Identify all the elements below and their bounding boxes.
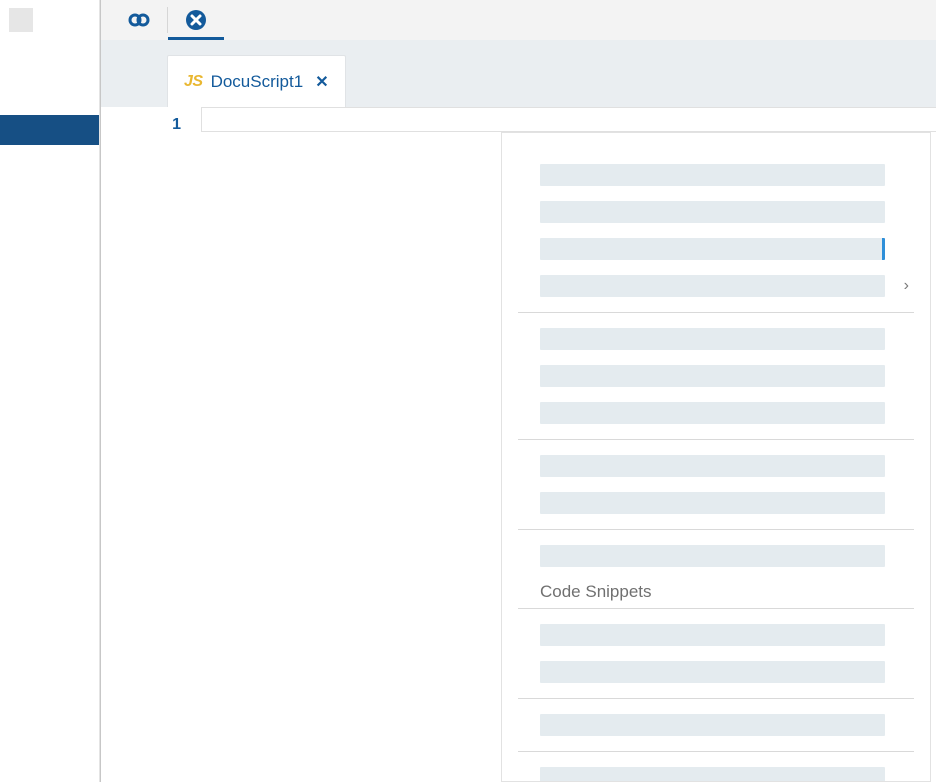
suggestion-item-expandable[interactable]: › bbox=[540, 275, 885, 297]
section-header: Code Snippets bbox=[540, 582, 914, 602]
suggestion-item[interactable] bbox=[540, 492, 885, 514]
suggestion-item[interactable] bbox=[540, 767, 885, 782]
search-watch-button[interactable] bbox=[111, 0, 167, 40]
line-number: 1 bbox=[101, 116, 181, 134]
suggestion-item[interactable] bbox=[540, 714, 885, 736]
section-divider bbox=[518, 751, 914, 752]
sidebar-toggle[interactable] bbox=[9, 8, 33, 32]
suggestion-item[interactable] bbox=[540, 201, 885, 223]
file-tabs: JS DocuScript1 ✕ bbox=[101, 40, 936, 107]
suggestion-item[interactable] bbox=[540, 402, 885, 424]
suggestion-item[interactable] bbox=[540, 164, 885, 186]
chevron-right-icon: › bbox=[904, 277, 909, 295]
toolbar bbox=[101, 0, 936, 40]
file-type-badge: JS bbox=[184, 73, 203, 91]
suggestion-item[interactable] bbox=[540, 624, 885, 646]
suggestion-item[interactable] bbox=[540, 238, 885, 260]
close-tab-button[interactable]: ✕ bbox=[315, 72, 328, 92]
section-divider bbox=[518, 608, 914, 609]
sidebar bbox=[0, 0, 100, 782]
file-tab-docuscript1[interactable]: JS DocuScript1 ✕ bbox=[167, 55, 346, 107]
section-divider bbox=[518, 698, 914, 699]
suggestion-item[interactable] bbox=[540, 365, 885, 387]
code-editor[interactable]: 1 › bbox=[101, 107, 936, 782]
line-numbers: 1 bbox=[101, 107, 201, 782]
active-line[interactable] bbox=[201, 107, 936, 132]
file-tab-label: DocuScript1 bbox=[211, 72, 304, 92]
terminate-icon bbox=[184, 8, 208, 32]
binoculars-icon bbox=[127, 8, 151, 32]
section-divider bbox=[518, 529, 914, 530]
suggestion-item[interactable] bbox=[540, 455, 885, 477]
terminate-button[interactable] bbox=[168, 0, 224, 40]
sidebar-selected-item[interactable] bbox=[0, 115, 99, 145]
suggestion-item[interactable] bbox=[540, 661, 885, 683]
autocomplete-panel[interactable]: › Code Snippets bbox=[501, 132, 931, 782]
section-divider bbox=[518, 439, 914, 440]
suggestion-item[interactable] bbox=[540, 545, 885, 567]
section-divider bbox=[518, 312, 914, 313]
suggestion-item[interactable] bbox=[540, 328, 885, 350]
